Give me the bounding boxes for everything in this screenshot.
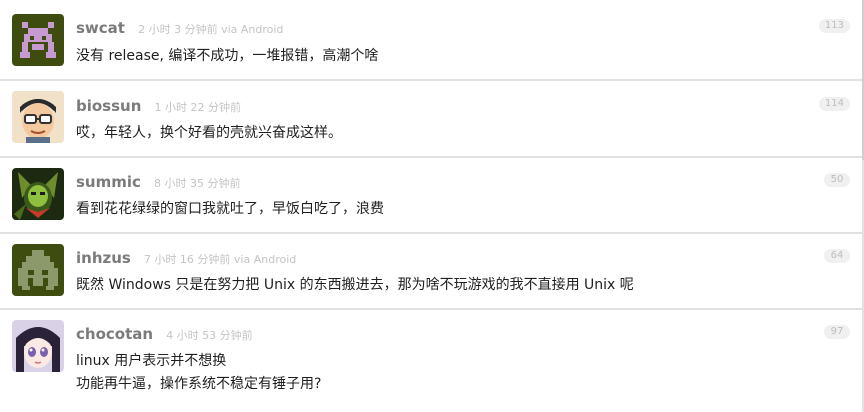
avatar[interactable] bbox=[12, 320, 64, 372]
reply-item: swcat 2 小时 3 分钟前 via Android 没有 release,… bbox=[0, 0, 862, 79]
username-link[interactable]: summic bbox=[76, 173, 141, 191]
reply-time: 1 小时 22 分钟前 bbox=[154, 101, 242, 114]
reply-meta: biossun 1 小时 22 分钟前 bbox=[76, 96, 241, 115]
avatar[interactable] bbox=[12, 168, 64, 220]
reply-item: chocotan 4 小时 53 分钟前 linux 用户表示并不想换 功能再牛… bbox=[0, 310, 862, 412]
reply-number-badge: 113 bbox=[818, 19, 850, 33]
dota-hero-avatar-icon bbox=[12, 168, 64, 220]
username-link[interactable]: chocotan bbox=[76, 325, 153, 343]
reply-number-badge: 97 bbox=[824, 325, 850, 339]
avatar[interactable] bbox=[12, 244, 64, 296]
reply-time: 2 小时 3 分钟前 via Android bbox=[138, 23, 284, 36]
avatar[interactable] bbox=[12, 14, 64, 66]
reply-time: 4 小时 53 分钟前 bbox=[166, 329, 253, 342]
reply-text: 没有 release, 编译不成功，一堆报错，高潮个啥 bbox=[76, 48, 379, 64]
anime-girl-avatar-icon bbox=[12, 320, 64, 372]
cartoon-glasses-avatar-icon bbox=[12, 91, 64, 143]
pixel-invader-avatar-icon bbox=[12, 14, 64, 66]
reply-time: 7 小时 16 分钟前 via Android bbox=[143, 253, 297, 266]
reply-time: 8 小时 35 分钟前 bbox=[154, 177, 241, 190]
reply-list: swcat 2 小时 3 分钟前 via Android 没有 release,… bbox=[0, 0, 864, 412]
reply-item: summic 8 小时 35 分钟前 看到花花绿绿的窗口我就吐了，早饭白吃了，浪… bbox=[0, 158, 862, 232]
reply-content: linux 用户表示并不想换 功能再牛逼，操作系统不稳定有锤子用? bbox=[76, 350, 842, 396]
username-link[interactable]: inhzus bbox=[76, 249, 131, 267]
reply-content: 哎，年轻人，换个好看的壳就兴奋成这样。 bbox=[76, 122, 842, 145]
reply-content: 看到花花绿绿的窗口我就吐了，早饭白吃了，浪费 bbox=[76, 198, 842, 221]
reply-item: biossun 1 小时 22 分钟前 哎，年轻人，换个好看的壳就兴奋成这样。 … bbox=[0, 81, 862, 156]
reply-text-line: linux 用户表示并不想换 bbox=[76, 353, 227, 369]
reply-content: 没有 release, 编译不成功，一堆报错，高潮个啥 bbox=[76, 45, 842, 68]
reply-text: 既然 Windows 只是在努力把 Unix 的东西搬进去，那为啥不玩游戏的我不… bbox=[76, 277, 634, 293]
username-link[interactable]: biossun bbox=[76, 97, 141, 115]
reply-text: 看到花花绿绿的窗口我就吐了，早饭白吃了，浪费 bbox=[76, 201, 384, 217]
reply-number-badge: 64 bbox=[824, 249, 850, 263]
reply-text: 哎，年轻人，换个好看的壳就兴奋成这样。 bbox=[76, 125, 342, 141]
reply-text-line: 功能再牛逼，操作系统不稳定有锤子用? bbox=[76, 376, 322, 392]
reply-meta: swcat 2 小时 3 分钟前 via Android bbox=[76, 18, 283, 37]
pixel-ghost-avatar-icon bbox=[12, 244, 64, 296]
reply-content: 既然 Windows 只是在努力把 Unix 的东西搬进去，那为啥不玩游戏的我不… bbox=[76, 274, 842, 297]
avatar[interactable] bbox=[12, 91, 64, 143]
username-link[interactable]: swcat bbox=[76, 19, 125, 37]
reply-number-badge: 114 bbox=[818, 97, 850, 111]
reply-meta: summic 8 小时 35 分钟前 bbox=[76, 172, 241, 191]
reply-meta: chocotan 4 小时 53 分钟前 bbox=[76, 324, 253, 343]
reply-number-badge: 50 bbox=[824, 173, 850, 187]
reply-item: inhzus 7 小时 16 分钟前 via Android 既然 Window… bbox=[0, 234, 862, 308]
reply-meta: inhzus 7 小时 16 分钟前 via Android bbox=[76, 248, 296, 267]
